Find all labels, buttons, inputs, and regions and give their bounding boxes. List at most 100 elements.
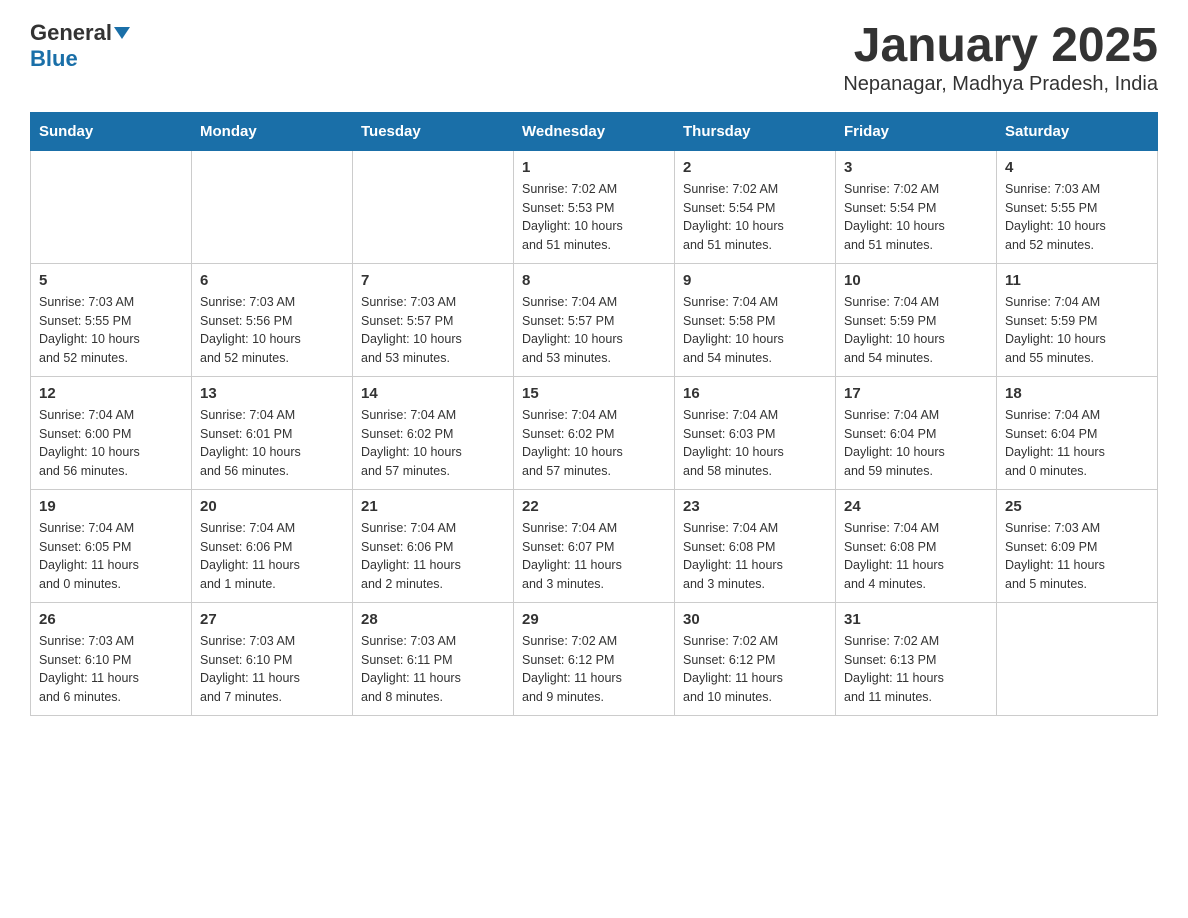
- day-number: 6: [200, 272, 344, 289]
- day-info: Sunrise: 7:02 AM Sunset: 6:12 PM Dayligh…: [522, 632, 666, 707]
- calendar-day-cell: [31, 150, 192, 263]
- calendar-day-cell: 6 Sunrise: 7:03 AM Sunset: 5:56 PM Daylig…: [192, 263, 353, 376]
- day-info: Sunrise: 7:04 AM Sunset: 6:02 PM Dayligh…: [522, 406, 666, 481]
- calendar-day-cell: 7 Sunrise: 7:03 AM Sunset: 5:57 PM Daylig…: [353, 263, 514, 376]
- calendar-day-cell: 19Sunrise: 7:04 AM Sunset: 6:05 PM Dayli…: [31, 489, 192, 602]
- day-number: 3: [844, 159, 988, 176]
- day-number: 2: [683, 159, 827, 176]
- calendar-day-cell: 15Sunrise: 7:04 AM Sunset: 6:02 PM Dayli…: [514, 376, 675, 489]
- day-info: Sunrise: 7:03 AM Sunset: 6:10 PM Dayligh…: [39, 632, 183, 707]
- day-info: Sunrise: 7:04 AM Sunset: 6:00 PM Dayligh…: [39, 406, 183, 481]
- day-number: 29: [522, 611, 666, 628]
- page-subtitle: Nepanagar, Madhya Pradesh, India: [843, 73, 1158, 96]
- logo-triangle-icon: [114, 27, 130, 39]
- calendar-table: SundayMondayTuesdayWednesdayThursdayFrid…: [30, 112, 1158, 716]
- day-number: 27: [200, 611, 344, 628]
- calendar-day-cell: 18 Sunrise: 7:04 AM Sunset: 6:04 PM Dayli…: [997, 376, 1158, 489]
- day-info: Sunrise: 7:04 AM Sunset: 5:59 PM Dayligh…: [844, 293, 988, 368]
- logo-blue: Blue: [30, 46, 78, 72]
- day-info: Sunrise: 7:03 AM Sunset: 5:56 PM Dayligh…: [200, 293, 344, 368]
- day-number: 21: [361, 498, 505, 515]
- day-number: 17: [844, 385, 988, 402]
- calendar-day-header: Wednesday: [514, 112, 675, 150]
- day-info: Sunrise: 7:03 AM Sunset: 6:10 PM Dayligh…: [200, 632, 344, 707]
- calendar-day-cell: [192, 150, 353, 263]
- calendar-day-cell: 14Sunrise: 7:04 AM Sunset: 6:02 PM Dayli…: [353, 376, 514, 489]
- calendar-week-row: 5Sunrise: 7:03 AM Sunset: 5:55 PM Daylig…: [31, 263, 1158, 376]
- calendar-day-cell: 29 Sunrise: 7:02 AM Sunset: 6:12 PM Dayli…: [514, 602, 675, 715]
- calendar-day-header: Friday: [836, 112, 997, 150]
- day-number: 28: [361, 611, 505, 628]
- day-number: 16: [683, 385, 827, 402]
- calendar-day-cell: 23Sunrise: 7:04 AM Sunset: 6:08 PM Dayli…: [675, 489, 836, 602]
- calendar-day-cell: [353, 150, 514, 263]
- calendar-day-cell: 30Sunrise: 7:02 AM Sunset: 6:12 PM Dayli…: [675, 602, 836, 715]
- page-title: January 2025: [843, 20, 1158, 73]
- day-number: 24: [844, 498, 988, 515]
- calendar-day-cell: 9Sunrise: 7:04 AM Sunset: 5:58 PM Daylig…: [675, 263, 836, 376]
- calendar-day-cell: 5Sunrise: 7:03 AM Sunset: 5:55 PM Daylig…: [31, 263, 192, 376]
- calendar-day-cell: 3 Sunrise: 7:02 AM Sunset: 5:54 PM Daylig…: [836, 150, 997, 263]
- calendar-day-cell: 4Sunrise: 7:03 AM Sunset: 5:55 PM Daylig…: [997, 150, 1158, 263]
- logo-general: General: [30, 20, 112, 46]
- calendar-body: 1 Sunrise: 7:02 AM Sunset: 5:53 PM Daylig…: [31, 150, 1158, 715]
- calendar-week-row: 1 Sunrise: 7:02 AM Sunset: 5:53 PM Daylig…: [31, 150, 1158, 263]
- day-number: 1: [522, 159, 666, 176]
- day-info: Sunrise: 7:03 AM Sunset: 6:09 PM Dayligh…: [1005, 519, 1149, 594]
- calendar-day-cell: 31Sunrise: 7:02 AM Sunset: 6:13 PM Dayli…: [836, 602, 997, 715]
- calendar-day-cell: [997, 602, 1158, 715]
- day-number: 31: [844, 611, 988, 628]
- calendar-header: SundayMondayTuesdayWednesdayThursdayFrid…: [31, 112, 1158, 150]
- calendar-day-cell: 2 Sunrise: 7:02 AM Sunset: 5:54 PM Daylig…: [675, 150, 836, 263]
- day-info: Sunrise: 7:04 AM Sunset: 6:07 PM Dayligh…: [522, 519, 666, 594]
- day-info: Sunrise: 7:04 AM Sunset: 6:01 PM Dayligh…: [200, 406, 344, 481]
- day-info: Sunrise: 7:03 AM Sunset: 5:57 PM Dayligh…: [361, 293, 505, 368]
- day-number: 22: [522, 498, 666, 515]
- day-info: Sunrise: 7:03 AM Sunset: 6:11 PM Dayligh…: [361, 632, 505, 707]
- logo: General Blue: [30, 20, 130, 72]
- day-number: 30: [683, 611, 827, 628]
- day-number: 25: [1005, 498, 1149, 515]
- calendar-day-cell: 12Sunrise: 7:04 AM Sunset: 6:00 PM Dayli…: [31, 376, 192, 489]
- calendar-week-row: 26 Sunrise: 7:03 AM Sunset: 6:10 PM Dayli…: [31, 602, 1158, 715]
- calendar-day-cell: 24 Sunrise: 7:04 AM Sunset: 6:08 PM Dayli…: [836, 489, 997, 602]
- calendar-day-cell: 22 Sunrise: 7:04 AM Sunset: 6:07 PM Dayli…: [514, 489, 675, 602]
- calendar-header-row: SundayMondayTuesdayWednesdayThursdayFrid…: [31, 112, 1158, 150]
- day-number: 13: [200, 385, 344, 402]
- calendar-day-header: Thursday: [675, 112, 836, 150]
- day-info: Sunrise: 7:02 AM Sunset: 5:54 PM Dayligh…: [844, 180, 988, 255]
- calendar-week-row: 19Sunrise: 7:04 AM Sunset: 6:05 PM Dayli…: [31, 489, 1158, 602]
- day-info: Sunrise: 7:04 AM Sunset: 6:04 PM Dayligh…: [1005, 406, 1149, 481]
- day-number: 18: [1005, 385, 1149, 402]
- calendar-day-cell: 11 Sunrise: 7:04 AM Sunset: 5:59 PM Dayli…: [997, 263, 1158, 376]
- calendar-day-cell: 21 Sunrise: 7:04 AM Sunset: 6:06 PM Dayli…: [353, 489, 514, 602]
- calendar-day-cell: 26 Sunrise: 7:03 AM Sunset: 6:10 PM Dayli…: [31, 602, 192, 715]
- day-number: 23: [683, 498, 827, 515]
- calendar-day-header: Monday: [192, 112, 353, 150]
- day-number: 11: [1005, 272, 1149, 289]
- calendar-day-cell: 1 Sunrise: 7:02 AM Sunset: 5:53 PM Daylig…: [514, 150, 675, 263]
- calendar-day-cell: 13 Sunrise: 7:04 AM Sunset: 6:01 PM Dayli…: [192, 376, 353, 489]
- title-block: January 2025 Nepanagar, Madhya Pradesh, …: [843, 20, 1158, 96]
- day-info: Sunrise: 7:02 AM Sunset: 5:53 PM Dayligh…: [522, 180, 666, 255]
- day-info: Sunrise: 7:04 AM Sunset: 6:02 PM Dayligh…: [361, 406, 505, 481]
- day-number: 9: [683, 272, 827, 289]
- calendar-day-cell: 28 Sunrise: 7:03 AM Sunset: 6:11 PM Dayli…: [353, 602, 514, 715]
- day-number: 20: [200, 498, 344, 515]
- day-info: Sunrise: 7:04 AM Sunset: 6:08 PM Dayligh…: [844, 519, 988, 594]
- day-info: Sunrise: 7:04 AM Sunset: 6:06 PM Dayligh…: [200, 519, 344, 594]
- day-number: 10: [844, 272, 988, 289]
- day-number: 26: [39, 611, 183, 628]
- calendar-day-cell: 8Sunrise: 7:04 AM Sunset: 5:57 PM Daylig…: [514, 263, 675, 376]
- day-number: 7: [361, 272, 505, 289]
- calendar-day-cell: 27 Sunrise: 7:03 AM Sunset: 6:10 PM Dayli…: [192, 602, 353, 715]
- day-info: Sunrise: 7:02 AM Sunset: 5:54 PM Dayligh…: [683, 180, 827, 255]
- day-number: 5: [39, 272, 183, 289]
- day-info: Sunrise: 7:04 AM Sunset: 5:59 PM Dayligh…: [1005, 293, 1149, 368]
- day-number: 4: [1005, 159, 1149, 176]
- calendar-day-header: Tuesday: [353, 112, 514, 150]
- calendar-day-cell: 16Sunrise: 7:04 AM Sunset: 6:03 PM Dayli…: [675, 376, 836, 489]
- calendar-day-cell: 25 Sunrise: 7:03 AM Sunset: 6:09 PM Dayli…: [997, 489, 1158, 602]
- calendar-week-row: 12Sunrise: 7:04 AM Sunset: 6:00 PM Dayli…: [31, 376, 1158, 489]
- day-info: Sunrise: 7:04 AM Sunset: 6:06 PM Dayligh…: [361, 519, 505, 594]
